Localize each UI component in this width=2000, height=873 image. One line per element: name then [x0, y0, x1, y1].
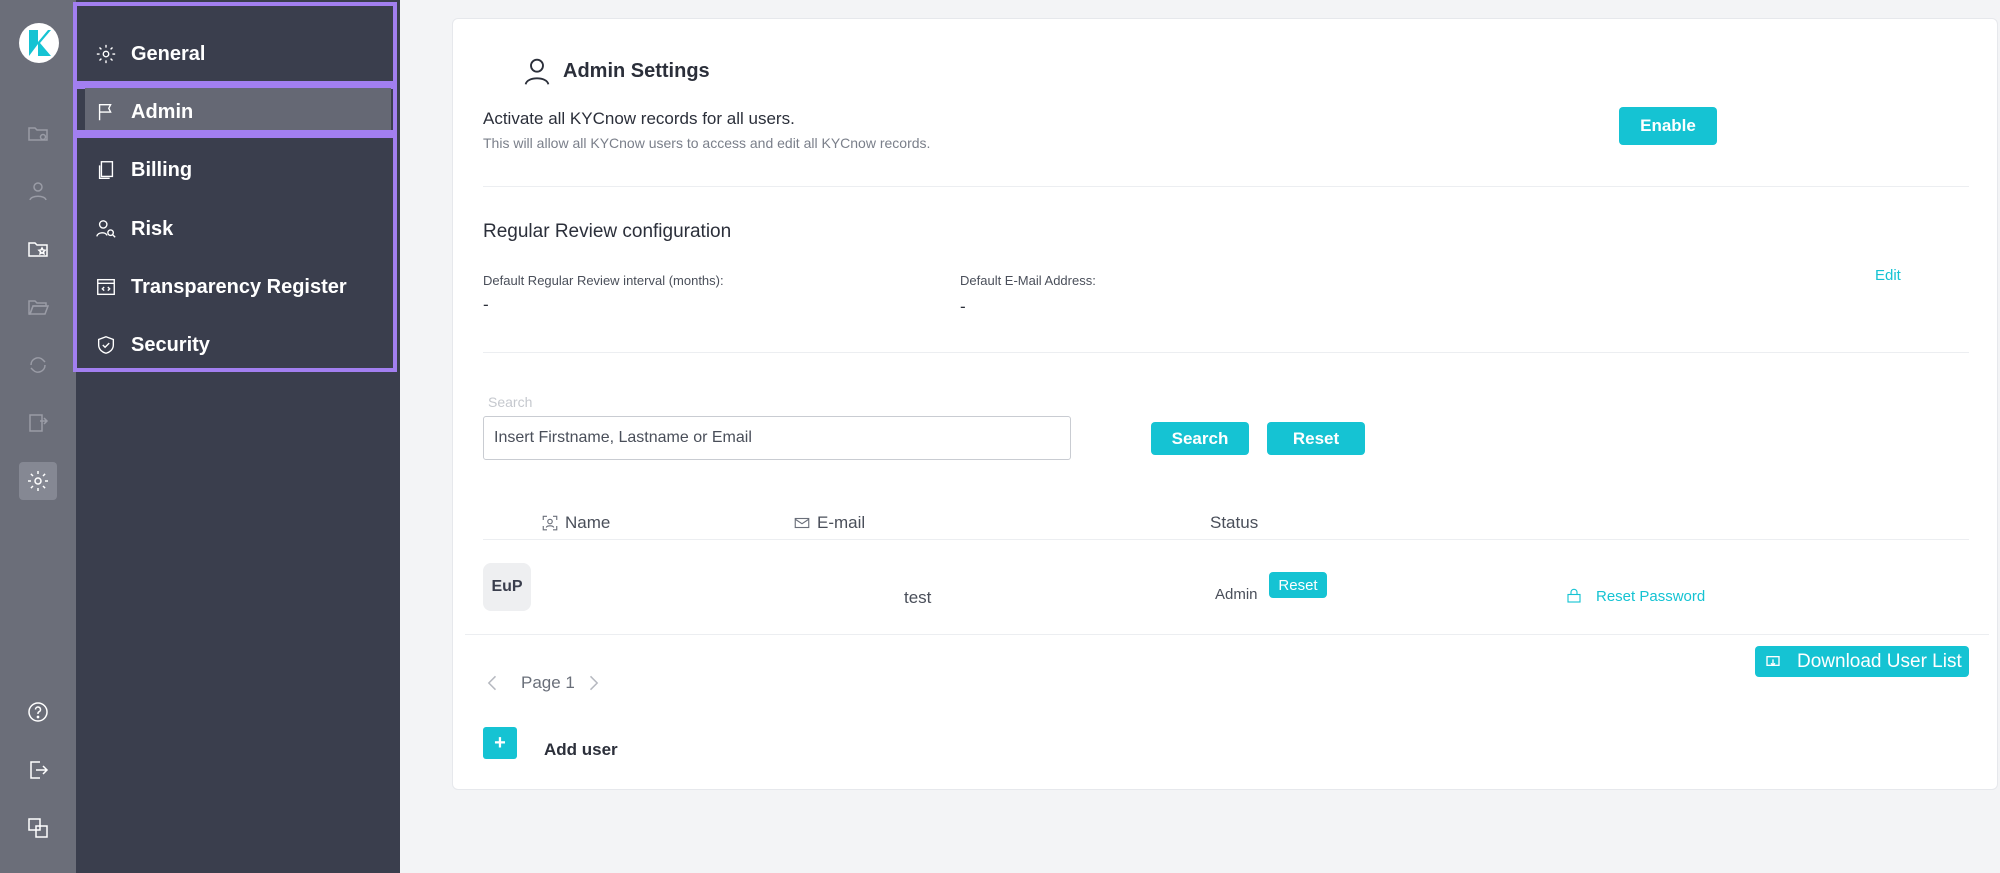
interval-value: - [483, 295, 489, 314]
subnav-label: Transparency Register [131, 275, 347, 298]
column-header-label: Status [1210, 513, 1259, 532]
email-value: - [960, 297, 966, 316]
page-title: Admin Settings [563, 59, 710, 82]
subnav-item-transparency-register[interactable]: Transparency Register [95, 269, 347, 305]
page-label: Page 1 [521, 673, 575, 692]
shield-check-icon [97, 336, 115, 354]
divider [483, 186, 1969, 187]
avatar[interactable]: EuP [483, 563, 531, 611]
gear-icon [96, 44, 116, 64]
search-button[interactable]: Search [1151, 422, 1249, 455]
document-transfer-icon [29, 414, 49, 432]
subnav-item-general[interactable]: General [95, 36, 205, 72]
user-search-icon [96, 220, 116, 238]
rail-folder-settings[interactable] [19, 114, 57, 152]
admin-settings-card: Admin Settings Activate all KYCnow recor… [452, 18, 1998, 790]
search-input[interactable] [483, 416, 1071, 460]
subnav-item-billing[interactable]: Billing [95, 152, 192, 188]
column-header-email[interactable]: E-mail [793, 513, 865, 533]
subnav-label: Security [131, 333, 210, 356]
column-header-name[interactable]: Name [541, 513, 610, 533]
row-reset-button[interactable]: Reset [1269, 572, 1327, 598]
rail-folder-star[interactable] [19, 230, 57, 268]
help-icon [28, 702, 48, 722]
rail-folder-open[interactable] [19, 288, 57, 326]
rail-translate[interactable] [19, 809, 57, 847]
activate-subtext: This will allow all KYCnow users to acce… [483, 135, 931, 151]
folder-star-icon [28, 242, 48, 257]
sync-icon [30, 357, 46, 373]
mail-icon [794, 517, 810, 529]
user-icon [524, 58, 550, 85]
rail-user-search[interactable] [19, 172, 57, 210]
download-user-list-button[interactable]: Download User List [1755, 646, 1969, 677]
interval-label: Default Regular Review interval (months)… [483, 273, 724, 288]
logo[interactable] [19, 23, 59, 63]
download-icon [1766, 655, 1780, 666]
logo-k-icon [29, 30, 51, 56]
search-label: Search [488, 394, 533, 410]
add-user-button[interactable]: + [483, 727, 517, 759]
subnav-label: Risk [131, 217, 174, 240]
enable-button[interactable]: Enable [1619, 107, 1717, 145]
logout-icon [30, 761, 49, 779]
chevron-left-icon[interactable] [483, 673, 503, 693]
divider [483, 352, 1969, 353]
document-copy-icon [98, 161, 114, 179]
lock-icon [1567, 588, 1581, 603]
subnav-item-security[interactable]: Security [95, 327, 210, 363]
subnav-item-risk[interactable]: Risk [95, 211, 173, 247]
subnav-label: Admin [131, 100, 194, 123]
reset-password-link[interactable]: Reset Password [1565, 587, 1705, 605]
admin-settings-title: Admin Settings [521, 55, 710, 87]
pagination: Page 1 [483, 673, 603, 693]
reset-button[interactable]: Reset [1267, 422, 1365, 455]
divider [483, 539, 1969, 540]
row-role: Admin [1215, 586, 1258, 603]
divider [465, 634, 1989, 635]
icon-rail [0, 0, 76, 873]
edit-link[interactable]: Edit [1875, 267, 1901, 284]
user-search-icon [29, 182, 47, 201]
row-email: test [904, 588, 932, 607]
translate-icon [28, 818, 48, 838]
flag-icon [98, 103, 112, 121]
subnav-label: Billing [131, 158, 193, 181]
download-label: Download User List [1797, 650, 1962, 672]
folder-open-icon [28, 300, 50, 315]
code-window-icon [97, 278, 115, 296]
rail-sync[interactable] [19, 346, 57, 384]
column-header-label: Name [565, 513, 611, 532]
rail-help[interactable] [19, 693, 57, 731]
user-scan-icon [542, 515, 558, 531]
review-config-title: Regular Review configuration [483, 221, 732, 242]
chevron-right-icon[interactable] [583, 673, 603, 693]
rail-document-transfer[interactable] [19, 404, 57, 442]
column-header-label: E-mail [817, 513, 866, 532]
subnav-label: General [131, 42, 206, 65]
folder-settings-icon [28, 127, 48, 141]
activate-text: Activate all KYCnow records for all user… [483, 109, 795, 128]
reset-password-label: Reset Password [1596, 587, 1706, 605]
gear-icon [28, 471, 48, 491]
rail-logout[interactable] [19, 751, 57, 789]
rail-settings[interactable] [19, 462, 57, 500]
subnav-item-admin[interactable]: Admin [95, 94, 193, 130]
email-label: Default E-Mail Address: [960, 273, 1096, 288]
add-user-label[interactable]: Add user [544, 740, 618, 760]
column-header-status[interactable]: Status [1210, 513, 1258, 533]
